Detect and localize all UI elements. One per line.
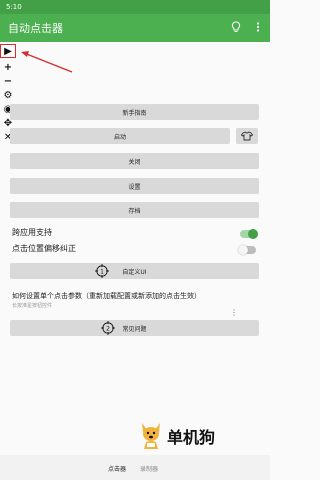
guide-button[interactable]: 新手指南 bbox=[10, 104, 259, 120]
dog-logo-icon bbox=[142, 423, 160, 449]
settings-button[interactable]: 设置 bbox=[10, 178, 259, 194]
status-time: 5:10 bbox=[6, 3, 22, 11]
tab-clicker[interactable]: 点击器 bbox=[108, 464, 126, 473]
annotation-arrow bbox=[21, 51, 73, 73]
gear-icon[interactable]: ⚙ bbox=[0, 88, 16, 102]
plus-icon[interactable]: + bbox=[0, 60, 16, 74]
more-vert-icon[interactable] bbox=[252, 21, 264, 33]
offset-fix-toggle[interactable] bbox=[238, 245, 256, 255]
offset-fix-label: 点击位置偏移纠正 bbox=[12, 244, 76, 253]
more-dots-icon[interactable]: ⋮ bbox=[230, 308, 238, 317]
custom-ui-button[interactable]: 自定义UI bbox=[10, 263, 259, 279]
faq-label: 常见问题 bbox=[122, 325, 147, 333]
bulb-icon[interactable] bbox=[230, 21, 242, 33]
status-bar: 5:10 bbox=[0, 0, 270, 14]
brand-watermark: 单机狗 bbox=[138, 421, 215, 451]
close-button[interactable]: 关闭 bbox=[10, 153, 259, 169]
bottom-nav: 点击器 录制器 bbox=[0, 455, 270, 480]
app-bar: 自动点击器 bbox=[0, 14, 270, 42]
cross-app-toggle[interactable] bbox=[240, 229, 258, 239]
brand-text: 单机狗 bbox=[167, 428, 216, 447]
tab-recorder[interactable]: 录制器 bbox=[140, 464, 158, 473]
custom-ui-label: 自定义UI bbox=[122, 268, 147, 276]
crosshair-target-1-icon: 1 bbox=[95, 264, 109, 278]
play-icon[interactable]: ▶ bbox=[0, 44, 16, 58]
click-params-title: 如何设置单个点击参数（重新加载配置或新添加的点击生效） bbox=[12, 292, 201, 300]
shirt-icon bbox=[241, 131, 253, 141]
click-params-subtitle: 长按准星按钮控件 bbox=[12, 303, 53, 309]
target-1-number: 1 bbox=[100, 268, 104, 275]
app-title: 自动点击器 bbox=[8, 22, 63, 35]
shirt-button[interactable] bbox=[236, 128, 258, 144]
save-button[interactable]: 存档 bbox=[10, 202, 259, 218]
faq-button[interactable]: 常见问题 bbox=[10, 320, 259, 336]
cross-app-label: 跨应用支持 bbox=[12, 228, 52, 237]
crosshair-target-2-icon: 2 bbox=[101, 321, 115, 335]
target-2-number: 2 bbox=[106, 325, 110, 332]
minus-icon[interactable]: − bbox=[0, 74, 16, 88]
start-button[interactable]: 启动 bbox=[10, 128, 230, 144]
